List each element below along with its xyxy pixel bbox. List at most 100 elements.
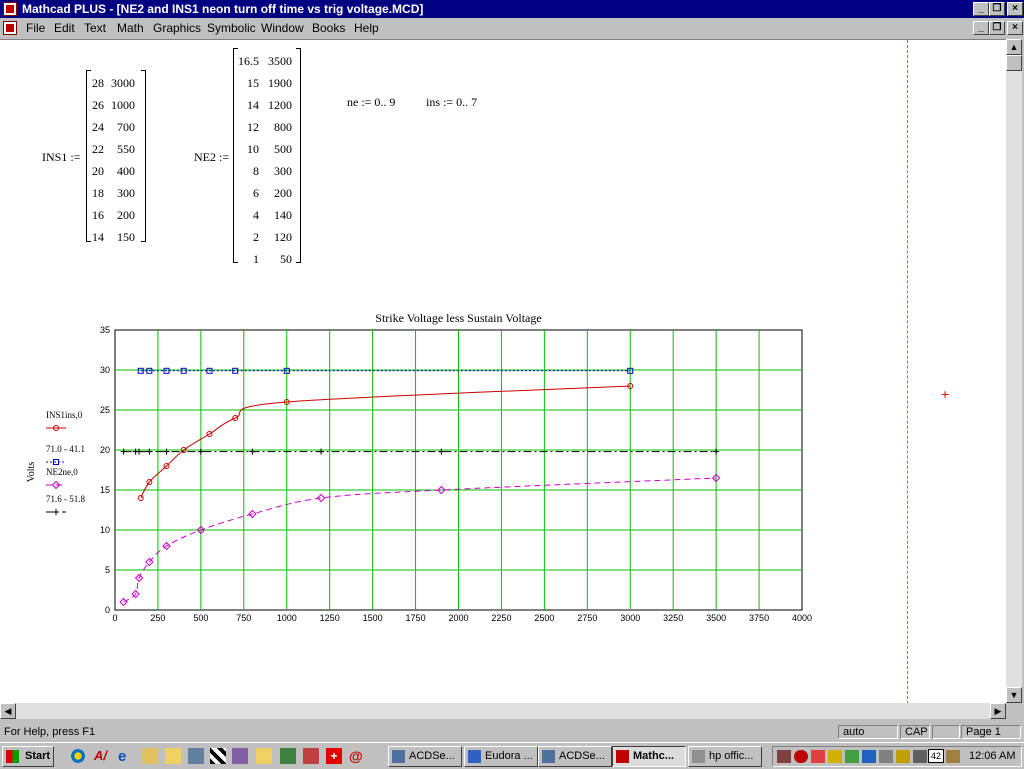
tray-11-icon[interactable] — [946, 750, 960, 763]
matrix-cell: 550 — [117, 142, 135, 156]
matrix-cell: 16 — [92, 208, 104, 222]
tray-3-icon[interactable] — [811, 750, 825, 763]
quicklaunch-ie-icon[interactable]: e — [118, 748, 134, 765]
menu-window[interactable]: Window — [261, 21, 304, 35]
tray-5-icon[interactable] — [845, 750, 859, 763]
horizontal-scrollbar[interactable]: ◀ ▶ — [0, 703, 1006, 719]
quicklaunch-folder-icon[interactable] — [165, 748, 181, 764]
range-ins[interactable]: ins := 0.. 7 — [426, 95, 477, 110]
quicklaunch-folder2-icon[interactable] — [256, 748, 272, 764]
x-tick-label: 3750 — [749, 613, 769, 623]
menu-math[interactable]: Math — [117, 21, 144, 35]
vertical-scroll-thumb[interactable] — [1006, 55, 1022, 71]
doc-close-button[interactable]: × — [1007, 21, 1023, 35]
taskbar-button-acdsee-2[interactable]: ACDSe... — [538, 746, 612, 767]
matrix-cell: 3500 — [268, 54, 292, 68]
matrix-cell: 20 — [92, 164, 104, 178]
scroll-left-button[interactable]: ◀ — [0, 703, 16, 719]
xy-plot[interactable]: 0 250 500 750 1000 1250 1500 1750 2000 2250 2500 27… — [0, 266, 900, 631]
matrix-cell: 500 — [274, 142, 292, 156]
matrix-bracket-tick — [296, 262, 300, 263]
matrix-cell: 6 — [253, 186, 259, 200]
status-blank — [932, 725, 960, 739]
tray-6-icon[interactable] — [862, 750, 876, 763]
system-tray: 42 12:06 AM — [772, 746, 1022, 767]
legend-label: NE2ne,0 — [46, 467, 78, 477]
quicklaunch-11-icon[interactable] — [303, 748, 319, 764]
matrix-cell: 8 — [253, 164, 259, 178]
x-tick-label: 0 — [112, 613, 117, 623]
ne2-matrix[interactable]: 16.5 3500 15 1900 14 1200 12 800 10 500 8 300 6 200 4 1… — [233, 48, 301, 266]
quicklaunch-8-icon[interactable] — [232, 748, 248, 764]
scroll-corner — [1006, 703, 1024, 719]
tray-number-badge[interactable]: 42 — [928, 749, 944, 763]
quicklaunch-12-icon[interactable]: + — [326, 748, 342, 764]
x-tick-label: 2250 — [491, 613, 511, 623]
ins1-matrix[interactable]: 28 3000 26 1000 24 700 22 550 20 400 18 300 16 200 14 1… — [86, 70, 146, 244]
document-icon[interactable] — [3, 21, 17, 35]
matrix-cell: 300 — [117, 186, 135, 200]
scroll-down-button[interactable]: ▼ — [1006, 687, 1022, 703]
matrix-cell: 16.5 — [238, 54, 259, 68]
y-tick-label: 25 — [100, 405, 110, 415]
matrix-cell: 3000 — [111, 76, 135, 90]
x-tick-label: 3250 — [663, 613, 683, 623]
legend-label: 71.6 - 51.8 — [46, 494, 85, 504]
worksheet[interactable]: + INS1 := 28 3000 26 1000 24 700 22 550 20 400 18 3… — [0, 39, 1006, 704]
menu-symbolic[interactable]: Symbolic — [207, 21, 256, 35]
y-tick-label: 20 — [100, 445, 110, 455]
tray-7-icon[interactable] — [879, 750, 893, 763]
scroll-right-button[interactable]: ▶ — [990, 703, 1006, 719]
menu-file[interactable]: File — [26, 21, 45, 35]
quicklaunch-13-icon[interactable]: @ — [349, 748, 365, 764]
vertical-scrollbar[interactable]: ▲ ▼ — [1006, 39, 1022, 703]
window-title: Mathcad PLUS - [NE2 and INS1 neon turn o… — [22, 2, 424, 16]
quicklaunch-acrobat-icon[interactable]: A/ — [94, 748, 110, 764]
matrix-cell: 1000 — [111, 98, 135, 112]
legend-label: 71.0 - 41.1 — [46, 444, 85, 454]
taskbar-button-mathcad[interactable]: Mathc... — [612, 746, 686, 767]
menu-help[interactable]: Help — [354, 21, 379, 35]
y-tick-label: 0 — [105, 605, 110, 615]
legend-label: INS1ins,0 — [46, 410, 83, 420]
tray-9-icon[interactable] — [913, 750, 927, 763]
x-tick-label: 1500 — [363, 613, 383, 623]
menu-bar: File Edit Text Math Graphics Symbolic Wi… — [0, 18, 1024, 38]
quicklaunch-1-icon[interactable] — [70, 748, 86, 764]
quicklaunch-mail-icon[interactable] — [142, 748, 158, 764]
quicklaunch-10-icon[interactable] — [280, 748, 296, 764]
matrix-cell: 700 — [117, 120, 135, 134]
scroll-up-button[interactable]: ▲ — [1006, 39, 1022, 55]
taskbar-button-eudora[interactable]: Eudora ... — [464, 746, 538, 767]
matrix-cell: 14 — [247, 98, 259, 112]
mathcad-app-icon[interactable] — [3, 2, 17, 16]
quicklaunch-7-icon[interactable] — [210, 748, 226, 764]
tray-8-icon[interactable] — [896, 750, 910, 763]
start-button[interactable]: Start — [2, 746, 54, 767]
y-axis-label: Volts — [26, 462, 37, 482]
doc-minimize-button[interactable]: _ — [973, 21, 989, 35]
tray-1-icon[interactable] — [777, 750, 791, 763]
menu-edit[interactable]: Edit — [54, 21, 75, 35]
close-button[interactable]: × — [1007, 2, 1023, 16]
matrix-cell: 15 — [247, 76, 259, 90]
menu-books[interactable]: Books — [312, 21, 345, 35]
tray-2-icon[interactable] — [794, 750, 808, 763]
tray-4-icon[interactable] — [828, 750, 842, 763]
menu-text[interactable]: Text — [84, 21, 106, 35]
chart-title: Strike Voltage less Sustain Voltage — [375, 311, 541, 325]
taskbar-button-hp[interactable]: hp offic... — [688, 746, 762, 767]
minimize-button[interactable]: _ — [973, 2, 989, 16]
tray-clock[interactable]: 12:06 AM — [969, 750, 1015, 762]
title-bar: Mathcad PLUS - [NE2 and INS1 neon turn o… — [0, 0, 1024, 18]
status-bar: For Help, press F1 auto CAP Page 1 — [0, 723, 1024, 741]
range-ne[interactable]: ne := 0.. 9 — [347, 95, 395, 110]
doc-restore-button[interactable]: ❐ — [989, 21, 1005, 35]
matrix-cell: 12 — [247, 120, 259, 134]
x-tick-label: 3500 — [706, 613, 726, 623]
restore-button[interactable]: ❐ — [989, 2, 1005, 16]
taskbar-button-acdsee-1[interactable]: ACDSe... — [388, 746, 462, 767]
quicklaunch-6-icon[interactable] — [188, 748, 204, 764]
matrix-cell: 150 — [117, 230, 135, 244]
menu-graphics[interactable]: Graphics — [153, 21, 201, 35]
